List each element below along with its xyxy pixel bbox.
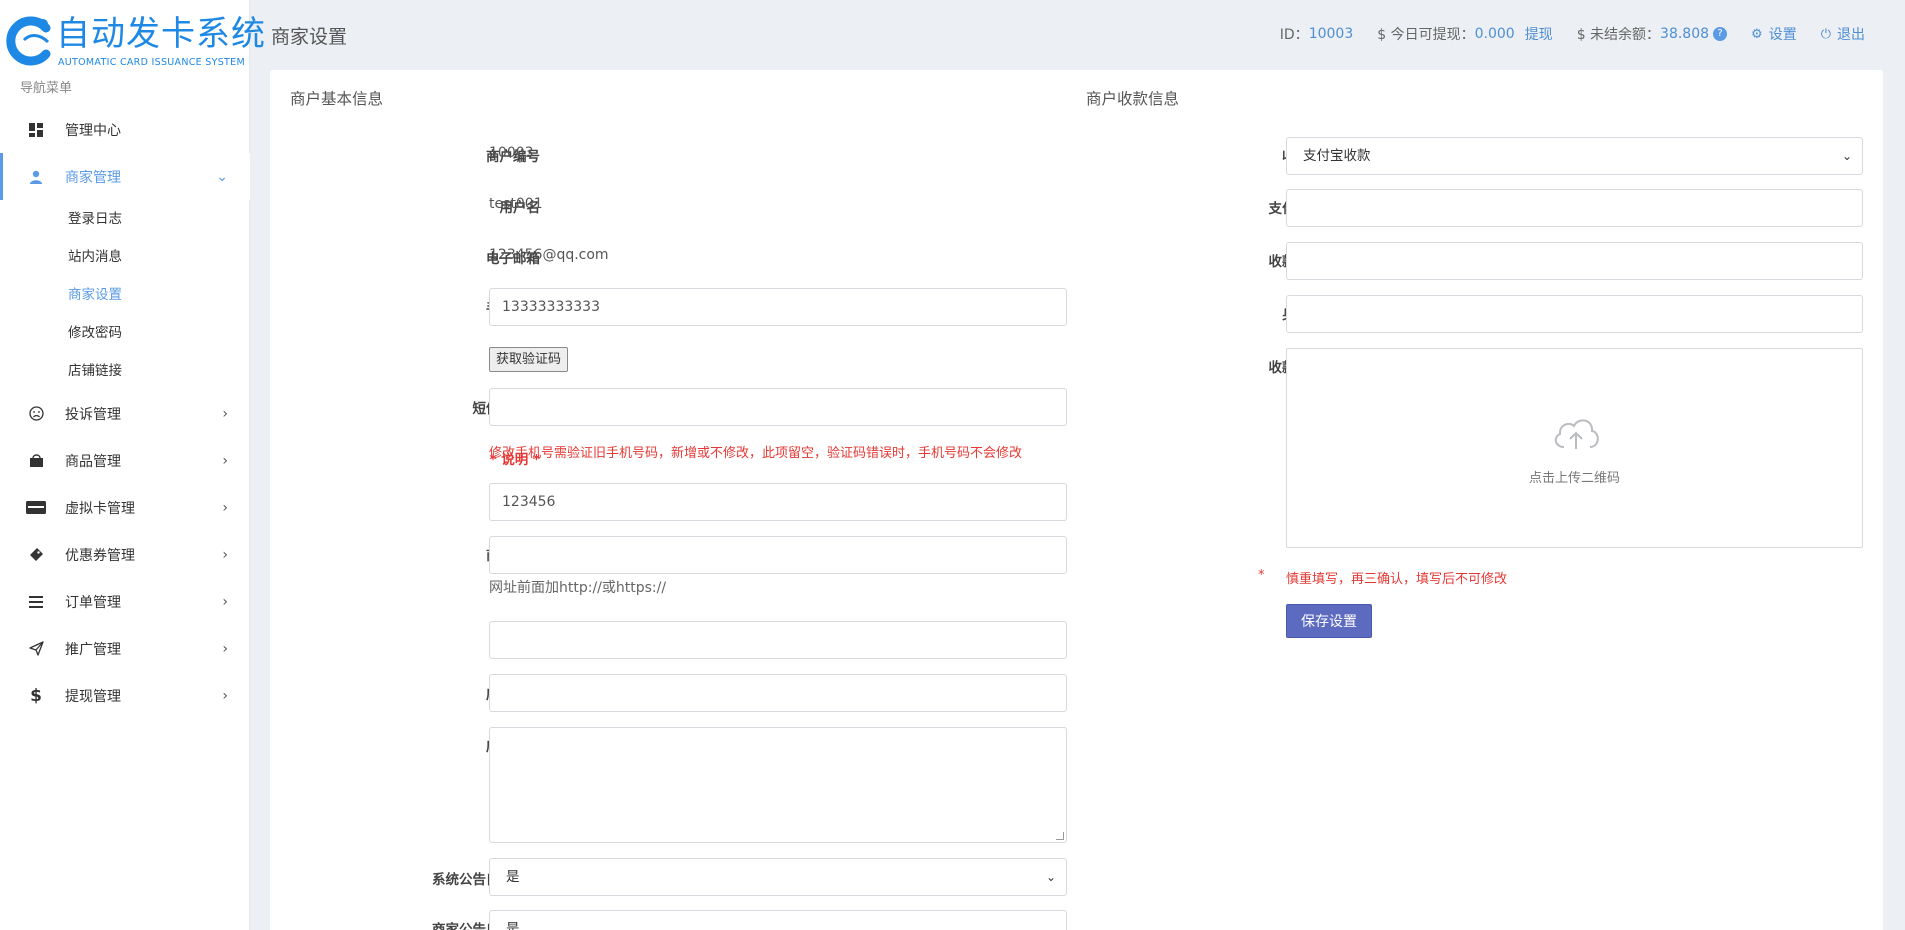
alipay-account-input[interactable] [1286,189,1863,227]
frown-icon [26,404,46,424]
help-icon[interactable]: ? [1713,27,1728,41]
shop-notice-textarea[interactable] [489,727,1067,843]
chevron-right-icon: › [222,546,228,563]
system-popup-select[interactable]: 是 ⌄ [489,858,1067,896]
dashboard-icon [26,120,46,140]
sidebar-item-coupons[interactable]: 优惠券管理 › [0,531,250,578]
warning-text: 慎重填写，再三确认，填写后不可修改 [1286,572,1508,587]
sidebar-item-label: 管理中心 [65,122,121,139]
power-icon[interactable]: ⏻ [1821,27,1831,42]
nav-caption: 导航菜单 [20,81,73,96]
chevron-down-icon: ⌄ [1841,149,1852,163]
sidebar-item-label: 投诉管理 [65,406,121,423]
dollar-icon: $ [30,685,42,706]
chevron-right-icon: › [222,687,228,704]
settings-link[interactable]: 设置 [1769,24,1797,44]
shop-name-input[interactable] [489,674,1067,712]
email-value: 123456@qq.com [489,247,609,263]
merchant-no-value: 10003 [489,145,534,161]
nav-menu: 管理中心 商家管理 ⌄ 登录日志 站内消息 商家设置 修改密码 店铺链接 投诉管… [0,106,250,719]
gear-icon[interactable]: ⚙ [1751,27,1763,42]
shop-popup-select[interactable]: 是 ⌄ [489,910,1067,930]
shop-popup-value: 是 [506,921,520,930]
sidebar-item-withdraw[interactable]: $ 提现管理 › [0,672,250,719]
get-code-button[interactable]: 获取验证码 [489,347,569,372]
page-title: 商家设置 [271,26,348,48]
merchant-id-value: 10003 [1308,26,1354,42]
sidebar-subitem-login-log[interactable]: 登录日志 [0,200,250,238]
sidebar-item-label: 提现管理 [65,688,121,705]
brand-title: 自动发卡系统 [56,14,266,54]
user-icon [26,167,46,187]
website-hint: 网址前面加http://或https:// [489,580,667,596]
account-summary: ID： 10003 $ 今日可提现： 0.000 提现 $ 未结余额： 38.8… [1280,24,1865,44]
brand-subtitle: AUTOMATIC CARD ISSUANCE SYSTEM [58,57,245,68]
phone-input[interactable]: 13333333333 [489,288,1067,326]
sidebar-subitem-shop-link[interactable]: 店铺链接 [0,352,250,390]
website-input[interactable] [489,536,1067,574]
cloud-upload-icon [1554,419,1599,449]
sidebar-subitem-merchant-settings[interactable]: 商家设置 [0,276,250,314]
sidebar-item-label: 商品管理 [65,453,121,470]
basic-info-title: 商户基本信息 [290,90,384,108]
subdomain-input[interactable] [489,621,1067,659]
id-card-input[interactable] [1286,295,1863,333]
chevron-right-icon: › [222,405,228,422]
payment-method-value: 支付宝收款 [1303,148,1371,164]
sidebar: 自动发卡系统 AUTOMATIC CARD ISSUANCE SYSTEM 导航… [0,0,265,930]
sidebar-item-label: 优惠券管理 [65,547,135,564]
logout-link[interactable]: 退出 [1837,24,1865,44]
chevron-right-icon: › [222,499,228,516]
sidebar-item-complaints[interactable]: 投诉管理 › [0,390,250,437]
chevron-right-icon: › [222,640,228,657]
sidebar-item-label: 推广管理 [65,641,121,658]
payee-name-input[interactable] [1286,242,1863,280]
top-header: 商家设置 ID： 10003 $ 今日可提现： 0.000 提现 $ 未结余额：… [250,0,1905,70]
brand-logo[interactable]: 自动发卡系统 AUTOMATIC CARD ISSUANCE SYSTEM [0,10,265,70]
system-popup-value: 是 [506,869,520,885]
sidebar-item-products[interactable]: 商品管理 › [0,437,250,484]
sidebar-item-orders[interactable]: 订单管理 › [0,578,250,625]
sidebar-item-promotion[interactable]: 推广管理 › [0,625,250,672]
qrcode-upload-text: 点击上传二维码 [1528,471,1620,486]
payment-info-title: 商户收款信息 [1086,90,1180,108]
sidebar-item-label: 虚拟卡管理 [65,500,135,517]
logo-mark-icon [6,16,51,66]
note-text: 修改手机号需验证旧手机号码，新增或不修改，此项留空，验证码错误时，手机号码不会修… [489,446,1023,461]
shopping-bag-icon [26,451,46,471]
merchant-id-label: ID： [1279,27,1309,43]
credit-card-icon [26,498,46,518]
withdrawable-value: 0.000 [1474,26,1515,42]
sidebar-subitem-messages[interactable]: 站内消息 [0,238,250,276]
sidebar-item-label: 订单管理 [65,594,121,611]
ticket-icon [26,545,46,565]
settings-card: 商户基本信息 商户编号 10003 用户名 test001 电子邮箱 12345… [270,70,1883,930]
chevron-down-icon: ⌄ [1045,922,1056,930]
chevron-right-icon: › [222,452,228,469]
sidebar-item-dashboard[interactable]: 管理中心 [0,106,250,153]
chevron-down-icon: ⌄ [1045,870,1056,884]
withdraw-link[interactable]: 提现 [1525,24,1553,44]
qq-input[interactable]: 123456 [489,483,1067,521]
chevron-right-icon: › [222,593,228,610]
withdrawable-label: $ 今日可提现： [1377,27,1475,43]
sidebar-subitem-change-password[interactable]: 修改密码 [0,314,250,352]
sidebar-item-label: 商家管理 [65,169,121,186]
paper-plane-icon [26,639,46,659]
list-icon [26,592,46,612]
balance-label: $ 未结余额： [1576,27,1661,43]
merchant-submenu: 登录日志 站内消息 商家设置 修改密码 店铺链接 [0,200,250,390]
payment-method-select[interactable]: 支付宝收款 ⌄ [1286,137,1863,175]
username-value: test001 [489,196,543,212]
qrcode-upload-area[interactable]: 点击上传二维码 [1286,348,1863,548]
sms-code-input[interactable] [489,388,1067,426]
balance-value: 38.808 [1660,26,1710,42]
sidebar-item-merchant[interactable]: 商家管理 ⌄ [0,153,250,200]
warning-star: * [1258,568,1265,583]
chevron-down-icon: ⌄ [216,168,228,185]
sidebar-item-virtual-cards[interactable]: 虚拟卡管理 › [0,484,250,531]
save-settings-button[interactable]: 保存设置 [1286,604,1372,638]
